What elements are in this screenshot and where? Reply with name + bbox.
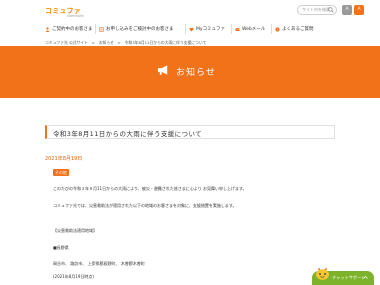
site-header: コミュファ commufa サイト内を検索 A A	[0, 0, 380, 24]
article-paragraph: このたびの令和３年８月11日からの大雨により、被災・避難された皆さまに心より お…	[53, 186, 247, 191]
article-paragraph: コミュファ光では、災害救助法が適用された以下の地域のお客さまを対象に、支援措置を…	[53, 203, 237, 208]
logo-subtext: commufa	[67, 14, 84, 18]
chat-support-button[interactable]: チャットサポート	[312, 267, 374, 285]
article-title: 令和3年8月11日からの大雨に伴う支援について	[53, 130, 203, 138]
nav-item-prospective-customers[interactable]: お申し込みをご検討中のお客さま	[95, 24, 174, 34]
heart-icon	[189, 27, 194, 31]
search-icon[interactable]	[328, 7, 334, 13]
article-title-box: 令和3年8月11日からの大雨に伴う支援について	[45, 125, 335, 139]
mascot-icon	[316, 267, 329, 280]
person-icon	[45, 26, 50, 32]
category-badge: その他	[53, 169, 69, 176]
nav-item-webmail[interactable]: Webメール	[231, 24, 265, 34]
page-title: お知らせ	[176, 68, 216, 78]
nav-label: お申し込みをご検討中のお客さま	[106, 27, 174, 32]
article-paragraph: 岡谷市、 諏訪市、 上伊那郡辰野町、 木曽郡木曽町	[53, 261, 145, 266]
search-placeholder: サイト内を検索	[302, 7, 330, 12]
mail-icon	[235, 27, 240, 31]
document-icon	[99, 26, 104, 32]
article-date: 2021年8月19日	[45, 156, 83, 162]
chevron-up-icon	[363, 275, 368, 279]
nav-item-faq[interactable]: ? よくあるご質問	[271, 24, 314, 34]
nav-label: Webメール	[242, 27, 266, 32]
search-input[interactable]: サイト内を検索	[297, 5, 337, 15]
article-paragraph: (2021年8月19日時点)	[53, 274, 94, 279]
global-nav: ご契約中のお客さま お申し込みをご検討中のお客さま Myコミュファ Webメール…	[45, 24, 335, 34]
article-paragraph: 【災害救助法適用地域】	[53, 228, 97, 233]
nav-label: Myコミュファ	[196, 27, 226, 32]
chat-support-label: チャットサポート	[332, 275, 366, 280]
nav-item-current-customers[interactable]: ご契約中のお客さま	[45, 24, 93, 34]
commufa-logo[interactable]: コミュファ commufa	[45, 6, 85, 20]
article-paragraph: ■長野県	[53, 245, 69, 250]
nav-item-my-commufa[interactable]: Myコミュファ	[185, 24, 225, 34]
nav-label: よくあるご質問	[282, 27, 314, 32]
megaphone-icon	[157, 65, 168, 75]
question-icon: ?	[275, 26, 280, 31]
font-size-large-button[interactable]: A	[354, 5, 364, 15]
nav-label: ご契約中のお客さま	[52, 27, 93, 32]
page-hero-banner: お知らせ	[0, 46, 380, 98]
font-size-small-button[interactable]: A	[342, 5, 352, 15]
